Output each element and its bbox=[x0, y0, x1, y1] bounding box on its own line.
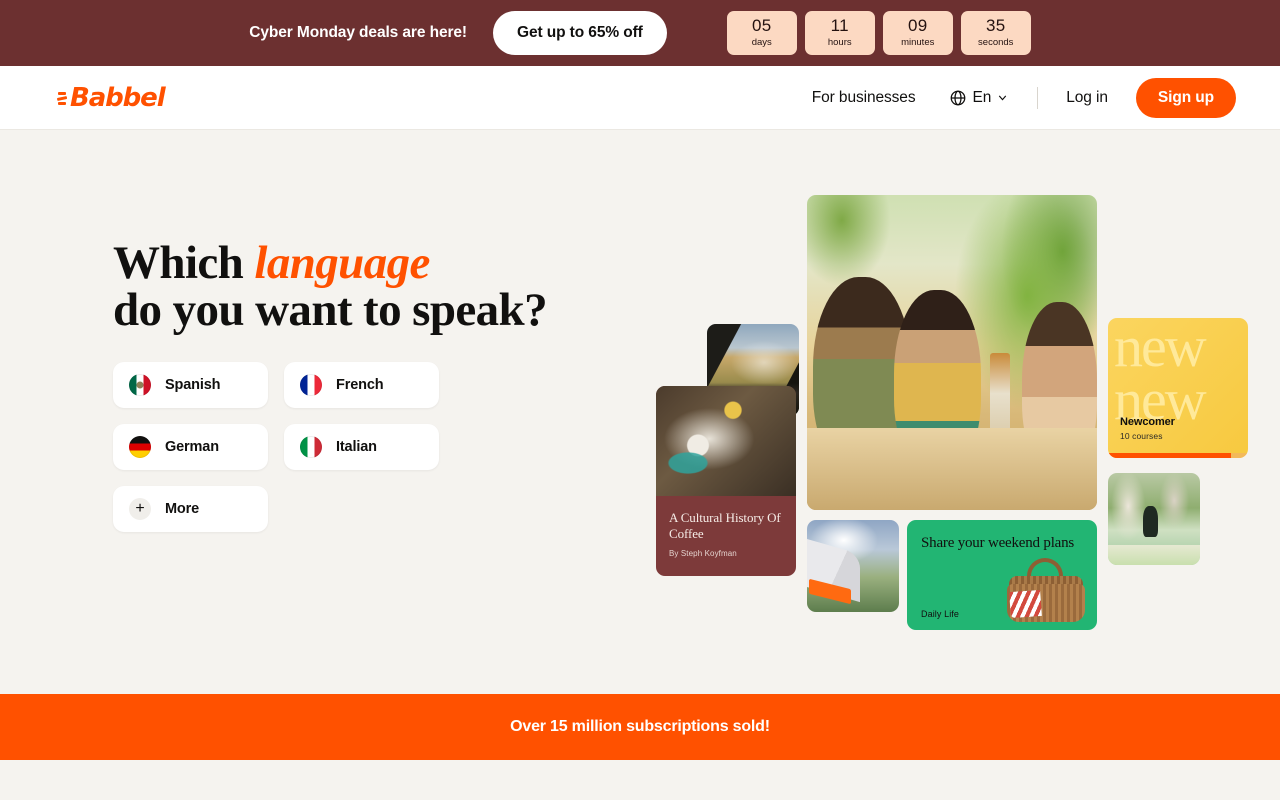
language-option-label: French bbox=[336, 377, 384, 393]
countdown-cell-minutes: 09 minutes bbox=[882, 11, 953, 55]
babbel-logo-mark-icon bbox=[56, 87, 69, 109]
countdown-hours-label: hours bbox=[827, 36, 852, 48]
coffee-card-body: A Cultural History Of Coffee By Steph Ko… bbox=[656, 496, 796, 558]
language-option-label: Spanish bbox=[165, 377, 221, 393]
language-selector[interactable]: En bbox=[949, 89, 1009, 107]
globe-icon bbox=[951, 90, 966, 105]
subscriptions-banner-text: Over 15 million subscriptions sold! bbox=[510, 718, 770, 735]
promo-message: Cyber Monday deals are here! bbox=[249, 24, 467, 41]
weekend-card-title: Share your weekend plans bbox=[921, 535, 1075, 551]
language-option-german[interactable]: German bbox=[113, 424, 268, 470]
hero-title: Which language do you want to speak? bbox=[113, 240, 573, 334]
babbel-logo[interactable]: Babbel bbox=[56, 82, 166, 113]
collage-card-newcomer-course[interactable]: new new Newcomer 10 courses bbox=[1108, 318, 1248, 458]
flag-france-icon bbox=[300, 374, 322, 396]
countdown-days-label: days bbox=[751, 36, 772, 48]
flag-mexico-icon bbox=[129, 374, 151, 396]
promo-cta-button[interactable]: Get up to 65% off bbox=[492, 11, 667, 55]
hero-title-accent: language bbox=[254, 237, 430, 289]
footer-strip bbox=[0, 760, 1280, 800]
countdown-hours-value: 11 bbox=[830, 15, 849, 35]
newcomer-card-name: Newcomer bbox=[1120, 416, 1175, 428]
friends-at-table-photo bbox=[807, 195, 1097, 510]
login-link[interactable]: Log in bbox=[1066, 89, 1108, 107]
promo-inner: Cyber Monday deals are here! Get up to 6… bbox=[249, 11, 1031, 55]
countdown-cell-hours: 11 hours bbox=[804, 11, 875, 55]
newcomer-progress-bar bbox=[1108, 453, 1248, 458]
weekend-card-category: Daily Life bbox=[921, 609, 960, 619]
promo-banner: Cyber Monday deals are here! Get up to 6… bbox=[0, 0, 1280, 66]
collage-card-coffee-article[interactable]: A Cultural History Of Coffee By Steph Ko… bbox=[656, 386, 796, 576]
header-divider bbox=[1037, 86, 1039, 109]
plus-icon: + bbox=[129, 498, 151, 520]
table-surface bbox=[807, 428, 1097, 510]
countdown-days-value: 05 bbox=[751, 15, 772, 35]
language-options-grid: Spanish French German Italian + More bbox=[113, 362, 439, 532]
language-option-more[interactable]: + More bbox=[113, 486, 268, 532]
hero-title-line1-prefix: Which bbox=[113, 237, 255, 289]
collage-image-airplane-wing bbox=[807, 520, 899, 612]
babbel-logo-text: Babbel bbox=[70, 82, 166, 113]
language-option-label: More bbox=[165, 501, 200, 517]
site-header: Babbel For businesses En Log in Sign up bbox=[0, 66, 1280, 130]
language-option-label: German bbox=[165, 439, 219, 455]
hero-title-line2: do you want to speak? bbox=[113, 284, 548, 336]
flag-italy-icon bbox=[300, 436, 322, 458]
countdown-cell-seconds: 35 seconds bbox=[960, 11, 1031, 55]
language-option-spanish[interactable]: Spanish bbox=[113, 362, 268, 408]
countdown-seconds-label: seconds bbox=[978, 36, 1014, 48]
countdown-seconds-value: 35 bbox=[985, 15, 1006, 35]
chevron-down-icon bbox=[999, 95, 1007, 101]
collage-card-weekend-lesson[interactable]: Share your weekend plans Daily Life bbox=[907, 520, 1097, 630]
subscriptions-banner: Over 15 million subscriptions sold! bbox=[0, 694, 1280, 760]
airplane-wing-photo bbox=[807, 520, 899, 612]
picnic-basket-icon bbox=[1007, 557, 1085, 622]
coffee-table-photo bbox=[656, 386, 796, 496]
babbel-landing-page: Cyber Monday deals are here! Get up to 6… bbox=[0, 0, 1280, 800]
flag-germany-icon bbox=[129, 436, 151, 458]
collage-image-friends-table bbox=[807, 195, 1097, 510]
countdown-timer: 05 days 11 hours 09 minutes 35 seconds bbox=[726, 11, 1031, 55]
language-option-label: Italian bbox=[336, 439, 377, 455]
newcomer-card-course-count: 10 courses bbox=[1120, 431, 1163, 441]
countdown-cell-days: 05 days bbox=[726, 11, 797, 55]
coffee-card-byline: By Steph Koyfman bbox=[669, 548, 737, 558]
countdown-minutes-label: minutes bbox=[901, 36, 935, 48]
language-option-french[interactable]: French bbox=[284, 362, 439, 408]
coffee-card-title: A Cultural History Of Coffee bbox=[669, 510, 781, 541]
nav-for-businesses[interactable]: For businesses bbox=[812, 89, 916, 107]
signup-button[interactable]: Sign up bbox=[1135, 77, 1236, 118]
language-option-italian[interactable]: Italian bbox=[284, 424, 439, 470]
header-nav: For businesses En Log in Sign up bbox=[812, 77, 1236, 118]
poolside-photo bbox=[1108, 473, 1200, 565]
hero-section: Which language do you want to speak? Spa… bbox=[0, 130, 1280, 694]
hero-image-collage: A Cultural History Of Coffee By Steph Ko… bbox=[650, 190, 1248, 640]
language-selector-label: En bbox=[972, 88, 992, 106]
hero-left-column: Which language do you want to speak? Spa… bbox=[113, 240, 573, 532]
collage-image-poolside bbox=[1108, 473, 1200, 565]
countdown-minutes-value: 09 bbox=[907, 15, 928, 35]
